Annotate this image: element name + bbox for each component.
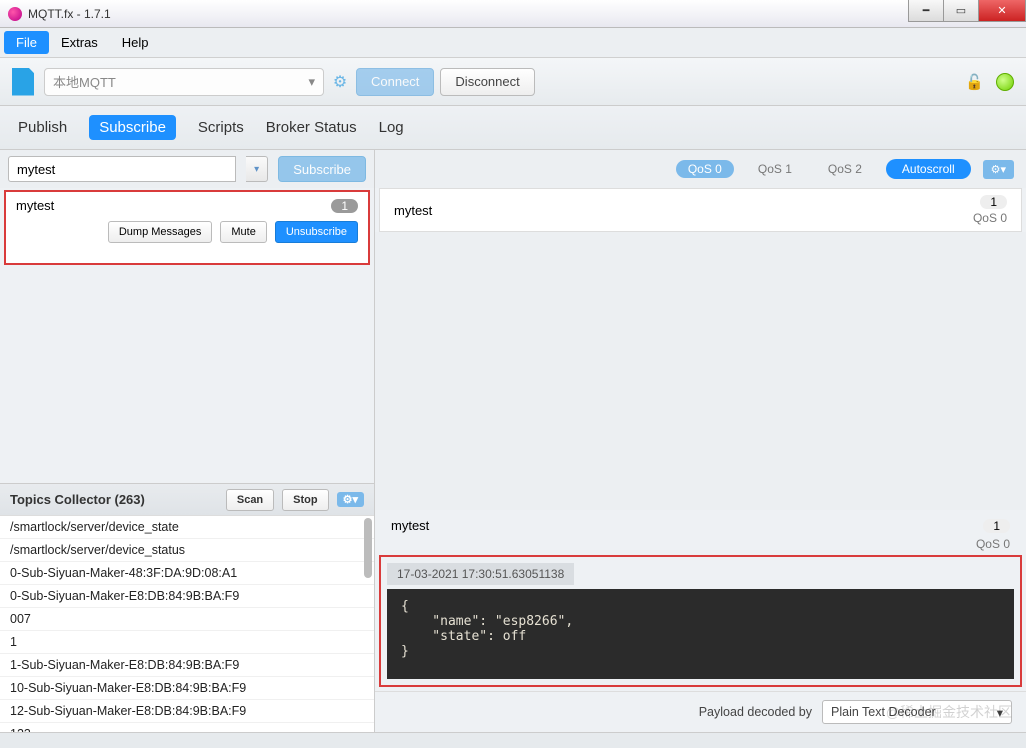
left-pane: ▾ Subscribe mytest 1 Dump Messages Mute … <box>0 150 375 732</box>
message-qos: QoS 0 <box>972 211 1007 225</box>
tab-bar: Publish Subscribe Scripts Broker Status … <box>0 106 1026 150</box>
list-item[interactable]: 123 <box>0 723 374 732</box>
list-item[interactable]: /smartlock/server/device_status <box>0 539 374 562</box>
main-area: ▾ Subscribe mytest 1 Dump Messages Mute … <box>0 150 1026 732</box>
unsubscribe-button[interactable]: Unsubscribe <box>275 221 358 243</box>
list-item[interactable]: 12-Sub-Siyuan-Maker-E8:DB:84:9B:BA:F9 <box>0 700 374 723</box>
chevron-down-icon: ▾ <box>997 705 1003 720</box>
collector-settings-icon[interactable]: ⚙▾ <box>337 492 364 507</box>
decoder-label: Payload decoded by <box>699 705 812 719</box>
lock-icon: 🔓 <box>965 73 984 91</box>
message-settings-icon[interactable]: ⚙▾ <box>983 160 1014 179</box>
menu-bar: File Extras Help <box>0 28 1026 58</box>
tab-log[interactable]: Log <box>379 119 404 136</box>
list-item[interactable]: /smartlock/server/device_state <box>0 516 374 539</box>
subscription-filler <box>0 267 374 483</box>
topics-collector-header: Topics Collector (263) Scan Stop ⚙▾ <box>0 483 374 515</box>
subscription-count: 1 <box>331 199 358 213</box>
message-topic: mytest <box>394 203 432 218</box>
stop-button[interactable]: Stop <box>282 489 328 511</box>
scan-button[interactable]: Scan <box>226 489 274 511</box>
detail-topic: mytest <box>391 518 429 533</box>
disconnect-button[interactable]: Disconnect <box>440 68 534 96</box>
message-list-area <box>375 232 1026 510</box>
list-item[interactable]: 1 <box>0 631 374 654</box>
menu-file[interactable]: File <box>4 31 49 54</box>
detail-qos: QoS 0 <box>976 537 1010 551</box>
tab-broker-status[interactable]: Broker Status <box>266 119 357 136</box>
connection-bar: 本地MQTT ▾ ⚙ Connect Disconnect 🔓 <box>0 58 1026 106</box>
decoder-value: Plain Text Decoder <box>831 705 936 719</box>
connect-button[interactable]: Connect <box>356 68 434 96</box>
status-indicator <box>996 73 1014 91</box>
mute-button[interactable]: Mute <box>220 221 266 243</box>
tab-subscribe[interactable]: Subscribe <box>89 115 176 140</box>
app-icon <box>8 7 22 21</box>
profile-select[interactable]: 本地MQTT ▾ <box>44 68 324 96</box>
qos-2-pill[interactable]: QoS 2 <box>816 160 874 178</box>
title-bar: MQTT.fx - 1.7.1 ━ ▭ ✕ <box>0 0 1026 28</box>
right-pane: QoS 0 QoS 1 QoS 2 Autoscroll ⚙▾ mytest 1… <box>375 150 1026 732</box>
chevron-down-icon: ▾ <box>308 74 315 90</box>
tab-scripts[interactable]: Scripts <box>198 119 244 136</box>
decoder-footer: Payload decoded by Plain Text Decoder ▾ <box>375 691 1026 732</box>
dump-messages-button[interactable]: Dump Messages <box>108 221 213 243</box>
qos-0-pill[interactable]: QoS 0 <box>676 160 734 178</box>
message-row[interactable]: mytest 1 QoS 0 <box>379 188 1022 232</box>
list-item[interactable]: 007 <box>0 608 374 631</box>
list-item[interactable]: 0-Sub-Siyuan-Maker-E8:DB:84:9B:BA:F9 <box>0 585 374 608</box>
list-item[interactable]: 10-Sub-Siyuan-Maker-E8:DB:84:9B:BA:F9 <box>0 677 374 700</box>
message-count: 1 <box>980 195 1007 209</box>
close-button[interactable]: ✕ <box>978 0 1026 22</box>
topic-list[interactable]: /smartlock/server/device_state /smartloc… <box>0 515 374 732</box>
bottom-strip <box>0 732 1026 748</box>
subscribe-row: ▾ Subscribe <box>0 150 374 188</box>
subscription-topic: mytest <box>16 198 54 213</box>
window-title: MQTT.fx - 1.7.1 <box>28 7 111 21</box>
subscription-item[interactable]: mytest 1 Dump Messages Mute Unsubscribe <box>6 192 368 247</box>
detail-count: 1 <box>983 519 1010 533</box>
menu-extras[interactable]: Extras <box>49 31 110 54</box>
payload-detail: mytest 1 QoS 0 17-03-2021 17:30:51.63051… <box>379 514 1022 687</box>
decoder-select[interactable]: Plain Text Decoder ▾ <box>822 700 1012 724</box>
gear-icon[interactable]: ⚙ <box>330 72 350 92</box>
tab-publish[interactable]: Publish <box>18 119 67 136</box>
subscription-box: mytest 1 Dump Messages Mute Unsubscribe <box>4 190 370 265</box>
minimize-button[interactable]: ━ <box>908 0 944 22</box>
list-item[interactable]: 0-Sub-Siyuan-Maker-48:3F:DA:9D:08:A1 <box>0 562 374 585</box>
qos-1-pill[interactable]: QoS 1 <box>746 160 804 178</box>
collector-title: Topics Collector (263) <box>10 492 145 507</box>
subscribe-button[interactable]: Subscribe <box>278 156 366 182</box>
list-item[interactable]: 1-Sub-Siyuan-Maker-E8:DB:84:9B:BA:F9 <box>0 654 374 677</box>
profile-name: 本地MQTT <box>53 72 116 91</box>
menu-help[interactable]: Help <box>110 31 161 54</box>
timestamp: 17-03-2021 17:30:51.63051138 <box>387 563 574 585</box>
maximize-button[interactable]: ▭ <box>943 0 979 22</box>
qos-row: QoS 0 QoS 1 QoS 2 Autoscroll ⚙▾ <box>375 150 1026 188</box>
topic-dropdown[interactable]: ▾ <box>246 156 268 182</box>
payload-content: { "name": "esp8266", "state": off } <box>387 589 1014 679</box>
topic-input[interactable] <box>8 156 236 182</box>
profile-icon <box>12 68 34 96</box>
autoscroll-button[interactable]: Autoscroll <box>886 159 971 179</box>
